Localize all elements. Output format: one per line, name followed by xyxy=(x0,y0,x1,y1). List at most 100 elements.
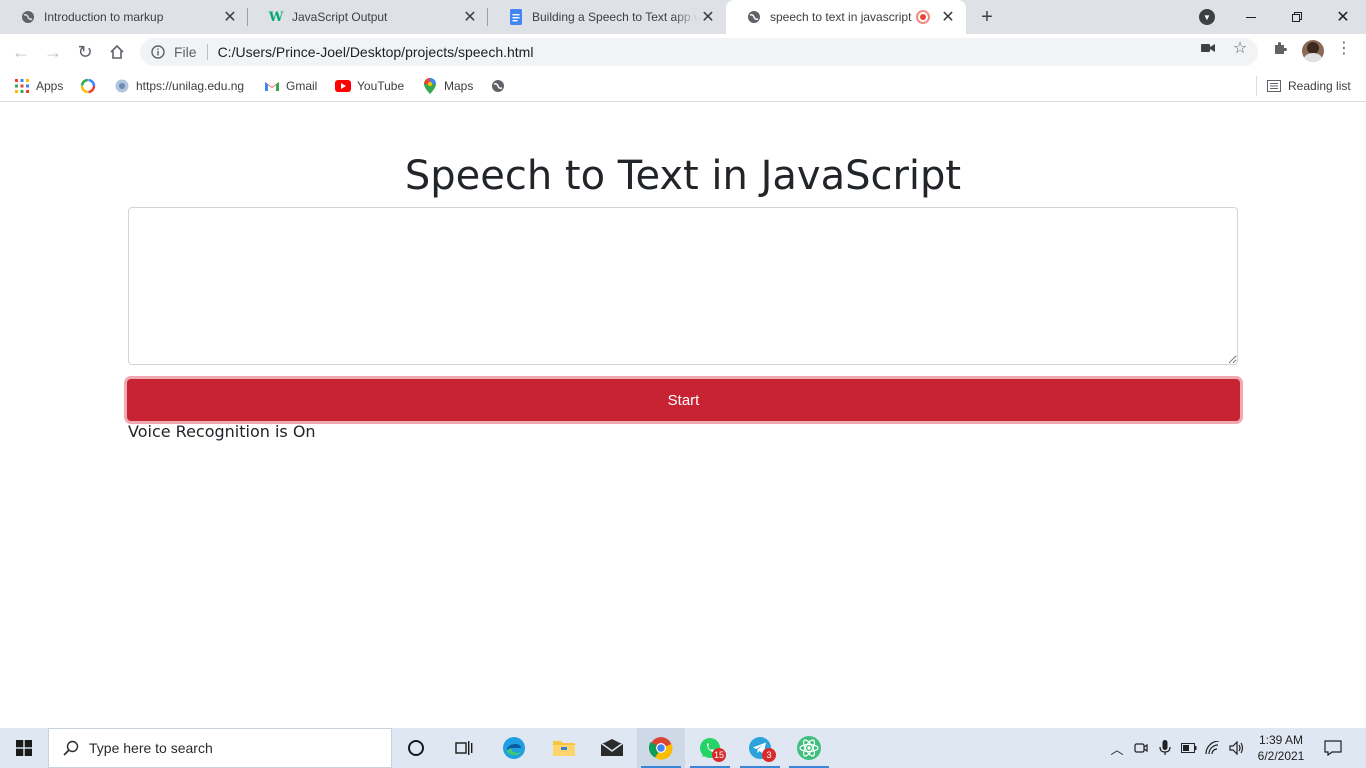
forward-button[interactable]: → xyxy=(40,39,66,65)
microphone-icon xyxy=(1159,740,1171,755)
bookmark-gmail[interactable]: Gmail xyxy=(264,76,317,96)
globe-icon xyxy=(746,9,762,25)
bookmark-label: Apps xyxy=(36,79,64,93)
url-text[interactable]: C:/Users/Prince-Joel/Desktop/projects/sp… xyxy=(218,44,534,60)
youtube-icon xyxy=(335,78,351,94)
taskbar-chrome[interactable] xyxy=(637,728,685,768)
tray-network[interactable] xyxy=(1204,728,1222,768)
tab-title: Building a Speech to Text app wi xyxy=(532,10,698,24)
tray-battery[interactable] xyxy=(1180,728,1198,768)
reload-button[interactable]: ↻ xyxy=(72,39,98,65)
tab-title: JavaScript Output xyxy=(292,10,388,24)
avatar[interactable] xyxy=(1302,40,1324,62)
reading-list-label: Reading list xyxy=(1288,79,1351,93)
bookmark-unilag[interactable]: https://unilag.edu.ng xyxy=(114,76,244,96)
cortana-button[interactable] xyxy=(392,728,440,768)
folder-icon xyxy=(553,741,575,756)
tab-introduction-to-markup[interactable]: Introduction to markup ✕ xyxy=(0,0,248,34)
menu-dots-icon[interactable]: ⋮ xyxy=(1336,40,1352,57)
tab-search-button[interactable]: ▼ xyxy=(1184,0,1230,34)
new-tab-button[interactable]: + xyxy=(976,6,998,28)
reading-list-icon xyxy=(1266,78,1282,94)
edge-icon xyxy=(503,737,525,759)
show-hidden-icons-button[interactable]: ︿ xyxy=(1108,728,1126,768)
globe-icon xyxy=(20,9,36,25)
taskbar-search-box[interactable]: Type here to search xyxy=(48,728,392,768)
back-button[interactable]: ← xyxy=(8,39,34,65)
bookmarks-bar: Apps https://unilag.edu.ng Gmail YouTube… xyxy=(0,70,1366,102)
speaker-icon xyxy=(1229,741,1244,755)
chevron-down-circle-icon: ▼ xyxy=(1199,9,1215,25)
bookmark-colorful-ring[interactable] xyxy=(80,76,102,96)
bookmark-star-icon[interactable]: ☆ xyxy=(1232,40,1248,57)
w3-icon: W xyxy=(268,9,284,25)
atom-icon xyxy=(797,736,821,760)
bookmark-maps[interactable]: Maps xyxy=(422,76,473,96)
tab-title: speech to text in javascript xyxy=(770,10,912,24)
bookmark-label: Gmail xyxy=(286,79,318,93)
minimize-icon xyxy=(1246,16,1256,18)
notification-icon xyxy=(1324,740,1342,756)
taskbar-whatsapp[interactable]: 15 xyxy=(686,728,734,768)
close-icon[interactable]: ✕ xyxy=(698,7,718,27)
notification-center-button[interactable] xyxy=(1318,728,1348,768)
tab-speech-to-text-javascript[interactable]: speech to text in javascript ✕ xyxy=(726,0,966,34)
minimize-button[interactable] xyxy=(1228,0,1274,34)
reload-icon: ↻ xyxy=(77,41,93,62)
docs-icon xyxy=(508,9,524,25)
clock-date: 6/2/2021 xyxy=(1257,749,1305,763)
search-placeholder: Type here to search xyxy=(89,740,213,756)
taskbar-mail[interactable] xyxy=(588,728,636,768)
bookmark-globe[interactable] xyxy=(490,76,512,96)
recording-indicator-icon xyxy=(916,10,930,24)
arrow-right-icon: → xyxy=(44,41,62,62)
globe-icon xyxy=(490,78,506,94)
taskbar-clock[interactable]: 1:39 AM 6/2/2021 xyxy=(1250,732,1312,764)
mail-icon xyxy=(600,739,624,756)
bookmark-label: YouTube xyxy=(357,79,405,93)
tab-title: Introduction to markup xyxy=(44,10,164,24)
speech-textarea[interactable] xyxy=(128,207,1238,365)
start-button[interactable]: Start xyxy=(127,379,1240,421)
address-bar[interactable]: File C:/Users/Prince-Joel/Desktop/projec… xyxy=(140,38,1258,66)
page-title: Speech to Text in JavaScript xyxy=(404,153,962,199)
info-icon[interactable] xyxy=(150,44,166,60)
bookmark-youtube[interactable]: YouTube xyxy=(335,76,404,96)
close-icon[interactable]: ✕ xyxy=(938,7,958,27)
taskbar-atom[interactable] xyxy=(785,728,833,768)
battery-icon xyxy=(1181,743,1197,753)
bookmark-label: https://unilag.edu.ng xyxy=(136,79,245,93)
colorful-ring-icon xyxy=(80,78,96,94)
chevron-up-icon: ︿ xyxy=(1110,741,1124,757)
close-icon[interactable]: ✕ xyxy=(220,7,240,27)
windows-taskbar: Type here to search 15 3 ︿ 1:39 AM 6/2/2… xyxy=(0,728,1366,768)
close-icon[interactable]: ✕ xyxy=(460,7,480,27)
taskbar-file-explorer[interactable] xyxy=(540,728,588,768)
cortana-circle-icon xyxy=(408,740,424,756)
whatsapp-badge: 15 xyxy=(711,748,726,762)
home-button[interactable] xyxy=(104,39,130,65)
arrow-left-icon: ← xyxy=(12,41,30,62)
page-content: Speech to Text in JavaScript Start Voice… xyxy=(0,103,1366,728)
taskbar-edge[interactable] xyxy=(490,728,538,768)
camera-in-use-icon[interactable] xyxy=(1200,40,1216,56)
task-view-button[interactable] xyxy=(440,728,488,768)
tab-building-speech-to-text[interactable]: Building a Speech to Text app wi ✕ xyxy=(488,0,726,34)
tray-meet-now[interactable] xyxy=(1132,728,1150,768)
clock-time: 1:39 AM xyxy=(1258,733,1304,747)
apps-grid-icon xyxy=(14,78,30,94)
taskbar-telegram[interactable]: 3 xyxy=(736,728,784,768)
chrome-icon xyxy=(649,737,673,760)
close-window-button[interactable]: ✕ xyxy=(1320,0,1366,34)
tray-microphone[interactable] xyxy=(1156,728,1174,768)
restore-icon xyxy=(1292,12,1302,22)
wifi-icon xyxy=(1205,741,1220,755)
bookmark-apps[interactable]: Apps xyxy=(14,76,63,96)
reading-list-button[interactable]: Reading list xyxy=(1266,76,1351,96)
scheme-label: File xyxy=(174,44,197,60)
start-menu-button[interactable] xyxy=(0,728,48,768)
tray-volume[interactable] xyxy=(1228,728,1246,768)
tab-javascript-output[interactable]: W JavaScript Output ✕ xyxy=(248,0,488,34)
restore-button[interactable] xyxy=(1274,0,1320,34)
extensions-puzzle-icon[interactable] xyxy=(1272,40,1288,56)
